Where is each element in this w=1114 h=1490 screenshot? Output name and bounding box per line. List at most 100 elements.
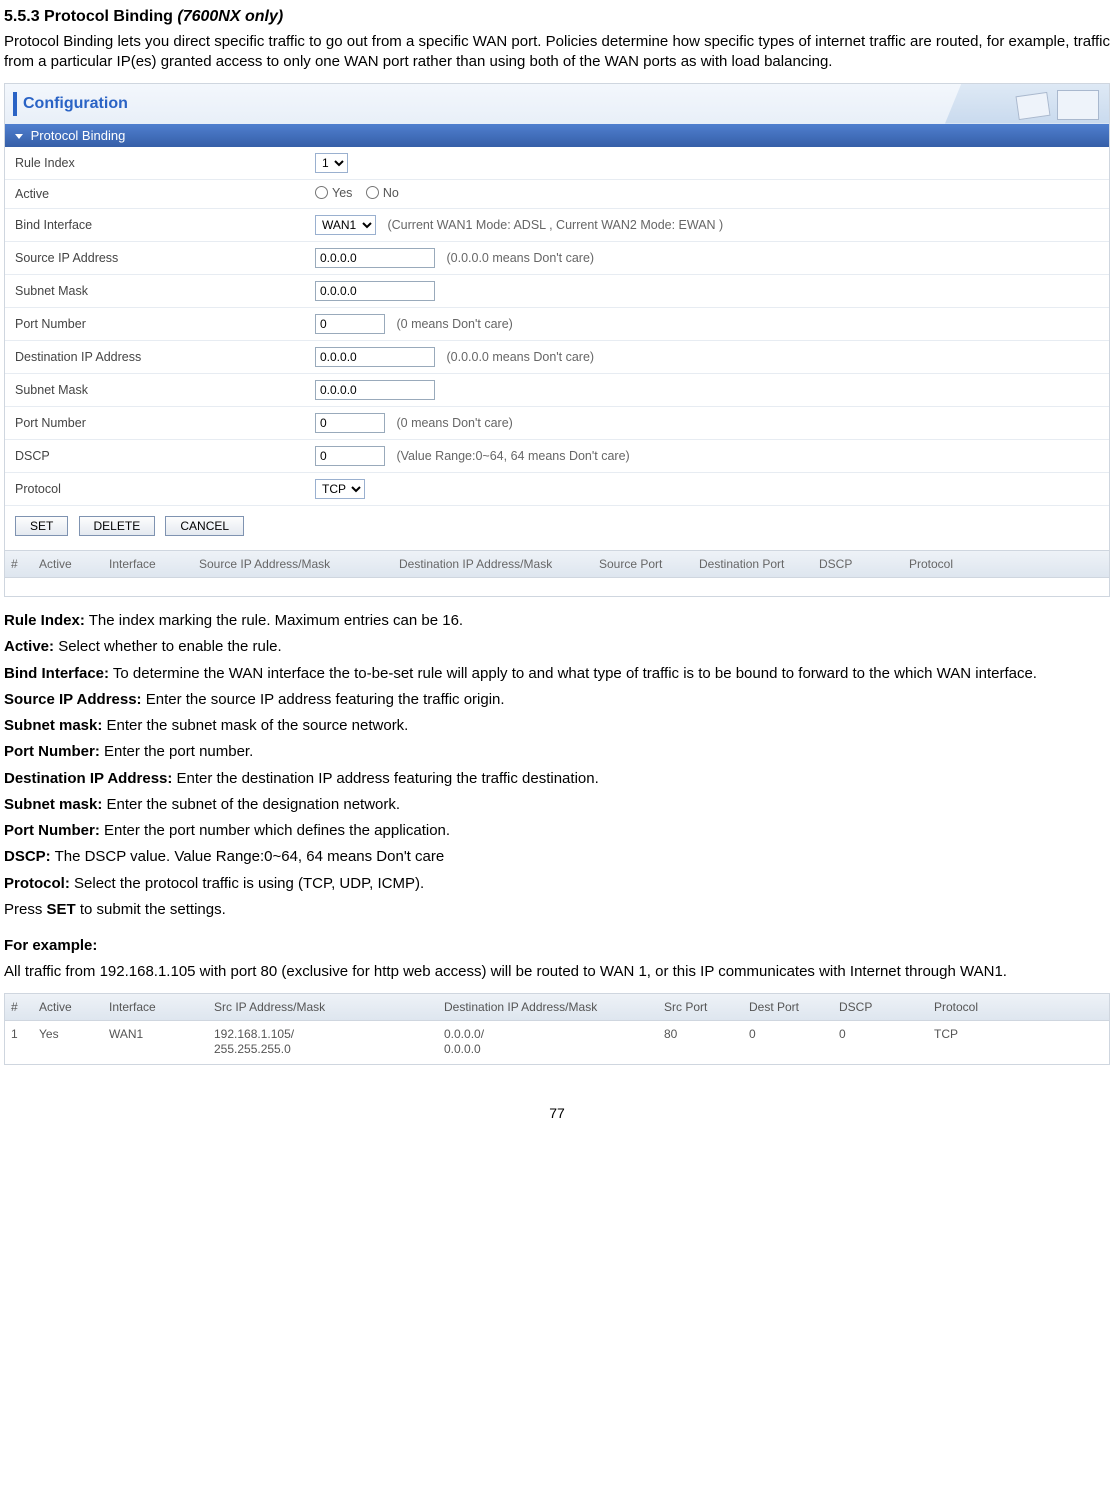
ex-val-active: Yes xyxy=(33,1021,103,1064)
section-heading: 5.5.3 Protocol Binding (7600NX only) xyxy=(4,8,1110,26)
description-text: Enter the port number. xyxy=(100,743,253,760)
col-dscp: DSCP xyxy=(813,551,903,577)
description-text: Enter the subnet mask of the source netw… xyxy=(102,717,408,734)
description-term: Subnet mask: xyxy=(4,717,102,734)
description-term: Port Number: xyxy=(4,822,100,839)
active-yes-radio[interactable] xyxy=(315,186,328,199)
config-title-text: Configuration xyxy=(23,95,128,113)
col-num: # xyxy=(5,551,33,577)
active-no-label: No xyxy=(383,186,399,200)
rule-index-select[interactable]: 1 xyxy=(315,153,348,173)
active-yes-label: Yes xyxy=(332,186,352,200)
bind-interface-select[interactable]: WAN1 xyxy=(315,215,376,235)
description-line: Active: Select whether to enable the rul… xyxy=(4,637,1110,657)
bind-interface-hint: (Current WAN1 Mode: ADSL , Current WAN2 … xyxy=(387,218,723,232)
section-bar[interactable]: Protocol Binding xyxy=(5,124,1109,147)
description-term: Subnet mask: xyxy=(4,796,102,813)
col-active: Active xyxy=(33,551,103,577)
row-rule-index: Rule Index 1 xyxy=(5,147,1109,180)
label-rule-index: Rule Index xyxy=(5,147,305,180)
description-line: Rule Index: The index marking the rule. … xyxy=(4,611,1110,631)
example-text: All traffic from 192.168.1.105 with port… xyxy=(4,962,1110,982)
example-heading: For example: xyxy=(4,936,1110,956)
example-header: # Active Interface Src IP Address/Mask D… xyxy=(5,994,1109,1021)
description-line: Bind Interface: To determine the WAN int… xyxy=(4,664,1110,684)
description-text: To determine the WAN interface the to-be… xyxy=(109,665,1037,682)
label-bind-interface: Bind Interface xyxy=(5,209,305,242)
set-button[interactable]: SET xyxy=(15,516,68,536)
label-port-number-1: Port Number xyxy=(5,308,305,341)
row-subnet-mask-1: Subnet Mask xyxy=(5,275,1109,308)
description-line: Source IP Address: Enter the source IP a… xyxy=(4,690,1110,710)
ex-col-dscp: DSCP xyxy=(833,994,928,1020)
description-term: Bind Interface: xyxy=(4,665,109,682)
col-dst: Destination IP Address/Mask xyxy=(393,551,593,577)
description-term: Active: xyxy=(4,638,54,655)
ex-val-num: 1 xyxy=(5,1021,33,1064)
ex-col-src: Src IP Address/Mask xyxy=(208,994,438,1020)
port-number-2-hint: (0 means Don't care) xyxy=(396,416,512,430)
label-source-ip: Source IP Address xyxy=(5,242,305,275)
description-text: Enter the source IP address featuring th… xyxy=(142,691,505,708)
label-port-number-2: Port Number xyxy=(5,407,305,440)
label-protocol: Protocol xyxy=(5,473,305,506)
ex-col-protocol: Protocol xyxy=(928,994,1018,1020)
press-suffix: to submit the settings. xyxy=(76,901,226,918)
list-header: # Active Interface Source IP Address/Mas… xyxy=(5,550,1109,578)
dscp-input[interactable] xyxy=(315,446,385,466)
config-panel: Configuration Protocol Binding Rule Inde… xyxy=(4,83,1110,598)
ex-col-dst: Destination IP Address/Mask xyxy=(438,994,658,1020)
description-line: Destination IP Address: Enter the destin… xyxy=(4,769,1110,789)
dest-ip-hint: (0.0.0.0 means Don't care) xyxy=(446,350,594,364)
description-term: Destination IP Address: xyxy=(4,770,172,787)
press-set-bold: SET xyxy=(47,901,76,918)
port-number-1-input[interactable] xyxy=(315,314,385,334)
description-term: Source IP Address: xyxy=(4,691,142,708)
col-protocol: Protocol xyxy=(903,551,993,577)
source-ip-input[interactable] xyxy=(315,248,435,268)
description-text: Select the protocol traffic is using (TC… xyxy=(70,875,424,892)
ex-val-dst: 0.0.0.0/ 0.0.0.0 xyxy=(438,1021,658,1064)
col-dport: Destination Port xyxy=(693,551,813,577)
description-text: The index marking the rule. Maximum entr… xyxy=(85,612,463,629)
example-row: 1 Yes WAN1 192.168.1.105/ 255.255.255.0 … xyxy=(5,1021,1109,1064)
ex-val-protocol: TCP xyxy=(928,1021,1018,1064)
page-number: 77 xyxy=(4,1105,1110,1121)
protocol-select[interactable]: TCP xyxy=(315,479,365,499)
example-table: # Active Interface Src IP Address/Mask D… xyxy=(4,993,1110,1065)
description-text: Enter the destination IP address featuri… xyxy=(172,770,598,787)
subnet-mask-2-input[interactable] xyxy=(315,380,435,400)
description-line: Subnet mask: Enter the subnet of the des… xyxy=(4,795,1110,815)
label-dscp: DSCP xyxy=(5,440,305,473)
header-illustration xyxy=(945,84,1109,124)
port-number-2-input[interactable] xyxy=(315,413,385,433)
label-active: Active xyxy=(5,179,305,209)
ex-val-sport: 80 xyxy=(658,1021,743,1064)
description-line: DSCP: The DSCP value. Value Range:0~64, … xyxy=(4,847,1110,867)
section-bar-title: Protocol Binding xyxy=(31,128,126,143)
row-port-number-1: Port Number (0 means Don't care) xyxy=(5,308,1109,341)
dest-ip-input[interactable] xyxy=(315,347,435,367)
heading-title: Protocol Binding xyxy=(44,8,173,25)
description-text: Enter the port number which defines the … xyxy=(100,822,450,839)
description-line: Port Number: Enter the port number. xyxy=(4,742,1110,762)
description-text: Select whether to enable the rule. xyxy=(54,638,282,655)
button-row: SET DELETE CANCEL xyxy=(5,506,1109,550)
config-title: Configuration xyxy=(13,92,128,116)
label-dest-ip: Destination IP Address xyxy=(5,341,305,374)
row-subnet-mask-2: Subnet Mask xyxy=(5,374,1109,407)
description-line: Subnet mask: Enter the subnet mask of th… xyxy=(4,716,1110,736)
delete-button[interactable]: DELETE xyxy=(79,516,156,536)
row-dest-ip: Destination IP Address (0.0.0.0 means Do… xyxy=(5,341,1109,374)
ex-col-dport: Dest Port xyxy=(743,994,833,1020)
subnet-mask-1-input[interactable] xyxy=(315,281,435,301)
ex-col-active: Active xyxy=(33,994,103,1020)
description-term: Rule Index: xyxy=(4,612,85,629)
title-bar-icon xyxy=(13,92,17,116)
row-port-number-2: Port Number (0 means Don't care) xyxy=(5,407,1109,440)
description-text: Enter the subnet of the designation netw… xyxy=(102,796,400,813)
description-term: Protocol: xyxy=(4,875,70,892)
cancel-button[interactable]: CANCEL xyxy=(165,516,244,536)
active-no-radio[interactable] xyxy=(366,186,379,199)
col-interface: Interface xyxy=(103,551,193,577)
